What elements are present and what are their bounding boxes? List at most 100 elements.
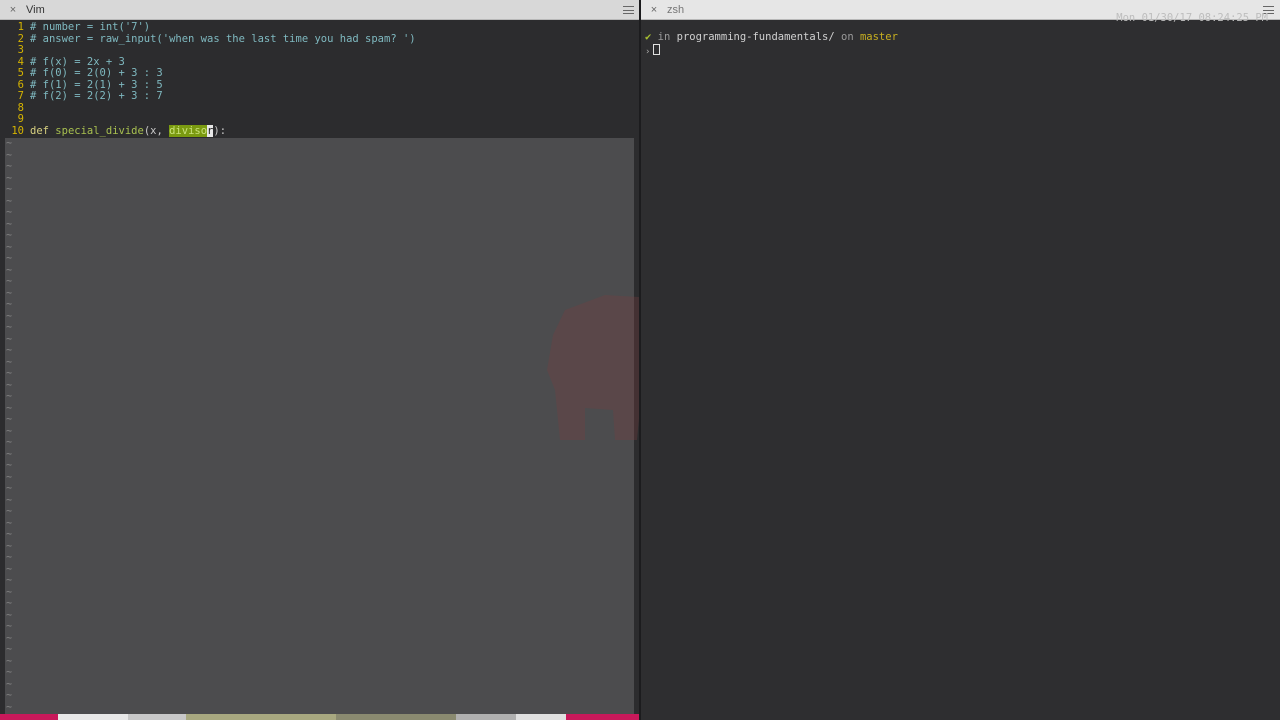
empty-line-tilde: ~ (6, 391, 13, 402)
empty-line-tilde: ~ (6, 448, 13, 460)
empty-line-tilde: ~ (6, 241, 13, 253)
hamburger-menu-icon[interactable] (623, 6, 634, 14)
empty-line-tilde: ~ (6, 575, 13, 586)
elephant-logo-icon (547, 295, 640, 440)
empty-line-tilde: ~ (6, 149, 13, 161)
empty-line-tilde: ~ (6, 644, 13, 655)
search-highlight: diviso (169, 124, 208, 137)
statusline-segment (0, 714, 58, 720)
empty-line-tilde: ~ (6, 529, 13, 540)
empty-line-tilde: ~ (6, 621, 13, 632)
code-line[interactable]: 8 (0, 102, 640, 115)
keyword-def: def (30, 124, 49, 137)
empty-line-tilde: ~ (6, 483, 13, 494)
empty-line-tilde: ~ (6, 506, 13, 517)
statusline-segment (186, 714, 336, 720)
empty-line-tilde: ~ (6, 207, 13, 218)
empty-line-tilde: ~ (6, 678, 13, 690)
empty-line-tilde: ~ (6, 184, 13, 195)
vim-empty-buffer-area[interactable]: ~ ~ ~ ~ ~ ~ ~ ~ ~ ~ ~ ~ ~ ~ ~ ~ ~ ~ ~ ~ ~ ~ ~ ~ ~ ~ ~ ~ ~ ~ ~ ~ ~ ~ ~ ~ ~ ~ ~ ~… (5, 138, 634, 716)
empty-line-tilde: ~ (6, 667, 13, 678)
empty-line-tilde: ~ (6, 471, 13, 483)
prompt-git-branch: master (859, 31, 898, 43)
empty-line-tilde: ~ (6, 609, 13, 621)
empty-line-tilde: ~ (6, 138, 13, 149)
code-line[interactable]: 7 # f(2) = 2(2) + 3 : 7 (0, 90, 640, 103)
prompt-line: ✔ in programming-fundamentals/ on master (645, 31, 1275, 44)
empty-line-tilde: ~ (6, 690, 13, 701)
empty-line-tilde: ~ (6, 218, 13, 230)
empty-line-tilde: ~ (6, 310, 13, 322)
empty-line-tilde: ~ (6, 598, 13, 609)
code-comment: # f(0) = 2(0) + 3 : 3 (30, 67, 163, 79)
prompt-arrow-icon: › (645, 46, 651, 57)
vim-pane[interactable]: × Vim 1 # number = int('7') 2 # answer = ra… (0, 0, 640, 720)
vim-editor[interactable]: 1 # number = int('7') 2 # answer = raw_inpu… (0, 21, 640, 138)
empty-line-tilde: ~ (6, 540, 13, 552)
empty-line-tilde: ~ (6, 586, 13, 598)
empty-line-tilde: ~ (6, 517, 13, 529)
empty-line-tilde: ~ (6, 299, 13, 310)
empty-line-tilde: ~ (6, 425, 13, 437)
empty-line-tilde: ~ (6, 322, 13, 333)
empty-line-tilde: ~ (6, 655, 13, 667)
code-comment: # number = int('7') (30, 21, 151, 33)
prompt-in-label: in (651, 31, 677, 43)
empty-line-tilde: ~ (6, 460, 13, 471)
code-line[interactable]: 10 def special_divide(x, divisor): (0, 124, 640, 138)
prompt-directory: programming-fundamentals/ (676, 31, 835, 43)
zsh-terminal[interactable]: ✔ in programming-fundamentals/ on master… (645, 31, 1275, 57)
statusline-segment (128, 714, 186, 720)
vim-tab-bar: × Vim (0, 0, 640, 20)
code-comment: # answer = raw_input('when was the last … (30, 32, 416, 45)
empty-line-tilde: ~ (6, 494, 13, 506)
close-icon[interactable]: × (8, 0, 18, 20)
statusline-segment (58, 714, 128, 720)
empty-line-tilde: ~ (6, 368, 13, 379)
empty-line-tilde: ~ (6, 287, 13, 299)
empty-line-tilde: ~ (6, 701, 13, 713)
close-icon[interactable]: × (649, 0, 659, 20)
empty-line-tilde: ~ (6, 356, 13, 368)
zsh-tab-title[interactable]: zsh (667, 0, 684, 20)
empty-line-tilde: ~ (6, 379, 13, 391)
vim-statusline (0, 714, 640, 720)
prompt-on-label: on (834, 31, 860, 43)
empty-line-tilde: ~ (6, 552, 13, 563)
vim-tab-title[interactable]: Vim (26, 0, 45, 20)
line-number: 9 (17, 113, 24, 125)
function-name: special_divide (55, 124, 144, 137)
line-number: 3 (17, 44, 24, 56)
code-comment: # f(x) = 2x + 3 (30, 55, 125, 68)
line-number: 7 (17, 90, 24, 102)
empty-line-tilde: ~ (6, 264, 13, 276)
empty-line-tilde: ~ (6, 230, 13, 241)
empty-line-tilde: ~ (6, 333, 13, 345)
empty-line-tilde: ~ (6, 437, 13, 448)
statusline-segment (566, 714, 640, 720)
code-comment: # f(2) = 2(2) + 3 : 7 (30, 90, 163, 102)
statusline-segment (336, 714, 456, 720)
input-line[interactable]: › (645, 43, 1275, 57)
empty-line-tilde: ~ (6, 345, 13, 356)
line-number: 1 (17, 21, 24, 33)
empty-line-tilde: ~ (6, 414, 13, 425)
empty-line-tilde: ~ (6, 563, 13, 575)
empty-line-tilde: ~ (6, 172, 13, 184)
empty-line-tilde: ~ (6, 195, 13, 207)
function-close: ): (213, 124, 227, 137)
code-line[interactable]: 2 # answer = raw_input('when was the last… (0, 32, 640, 46)
prompt-timestamp: Mon 01/30/17 08:24:25 PM (1116, 12, 1268, 24)
code-comment: # f(1) = 2(1) + 3 : 5 (30, 78, 163, 91)
empty-line-tilde: ~ (6, 161, 13, 172)
zsh-pane[interactable]: × zsh ✔ in programming-fundamentals/ on … (641, 0, 1280, 720)
line-number: 10 (11, 124, 24, 137)
empty-line-tilde: ~ (6, 253, 13, 264)
function-params: (x, (143, 124, 170, 137)
cursor-icon (653, 43, 661, 55)
empty-line-tilde: ~ (6, 276, 13, 287)
statusline-segment (516, 714, 566, 720)
line-number: 5 (17, 67, 24, 79)
empty-line-tilde: ~ (6, 402, 13, 414)
statusline-segment (456, 714, 516, 720)
